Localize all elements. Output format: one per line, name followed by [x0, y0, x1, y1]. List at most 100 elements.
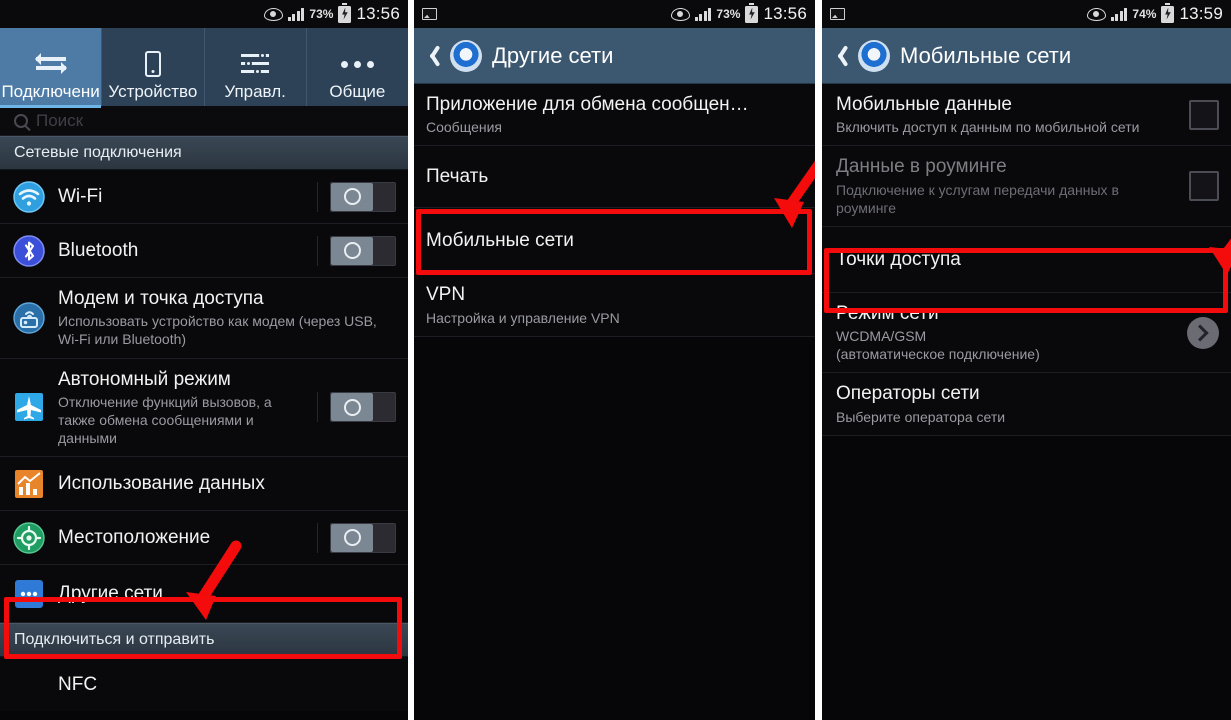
list-item-body: Режим сети WCDMA/GSM (автоматическое под…: [836, 302, 1165, 364]
list-item-subtitle: Использовать устройство как модем (через…: [58, 313, 377, 348]
list-item-data-roaming[interactable]: Данные в роуминге Подключение к услугам …: [822, 146, 1231, 227]
list-item-subtitle: Отключение функций вызовов, а также обме…: [58, 393, 272, 447]
list-item-title: Другие сети: [58, 583, 163, 605]
tab-controls[interactable]: Управл.: [205, 28, 307, 106]
list-item-subtitle: WCDMA/GSM (автоматическое подключение): [836, 328, 1040, 363]
bluetooth-icon: [12, 234, 46, 268]
clock-label: 13:56: [356, 4, 400, 23]
status-bar: 73% 13:56: [0, 0, 408, 28]
battery-percent-label: 74%: [1132, 7, 1157, 21]
list-item-mobile-data[interactable]: Мобильные данные Включить доступ к данны…: [822, 84, 1231, 147]
list-item-printing[interactable]: Печать: [414, 146, 815, 209]
tab-device[interactable]: Устройство: [102, 28, 205, 106]
list-item-vpn[interactable]: VPN Настройка и управление VPN: [414, 274, 815, 337]
list-item-body: Bluetooth: [58, 239, 295, 262]
image-icon: [422, 8, 437, 20]
eye-icon: [1086, 7, 1106, 21]
search-icon: [14, 113, 28, 128]
status-bar-left: [830, 8, 1087, 20]
list-item-body: Использование данных: [58, 472, 396, 495]
page-title: Мобильные сети: [900, 42, 1072, 68]
divider: [317, 522, 318, 553]
list-item-title: Мобильные сети: [426, 230, 574, 252]
list-item-control: [307, 181, 396, 212]
status-bar-left: [422, 8, 671, 20]
battery-percent-label: 73%: [716, 7, 741, 21]
phone-icon: [144, 48, 161, 80]
status-bar: 74% 13:59: [822, 0, 1231, 28]
status-bar-right: 74% 13:59: [1086, 2, 1223, 24]
list-item-mobile-networks[interactable]: Мобильные сети: [414, 208, 815, 275]
list-item-data-usage[interactable]: Использование данных: [0, 457, 408, 512]
mobile-data-checkbox[interactable]: [1189, 99, 1219, 130]
panel-other-networks: 73% 13:56 Другие сети Приложение для обм…: [414, 0, 815, 720]
section-header-network-connections: Сетевые подключения: [0, 136, 408, 170]
clock-label: 13:56: [763, 4, 807, 23]
list-item-subtitle: Настройка и управление VPN: [426, 309, 620, 326]
list-item-body: Автономный режим Отключение функций вызо…: [58, 368, 295, 448]
settings-gear-icon: [855, 36, 893, 75]
list-item-subtitle: Включить доступ к данным по мобильной се…: [836, 119, 1140, 136]
list-item-title: Данные в роуминге: [836, 156, 1007, 178]
more-networks-icon: [12, 577, 46, 611]
airplane-icon: [12, 390, 46, 424]
tab-controls-label: Управл.: [224, 82, 286, 102]
divider: [317, 181, 318, 212]
chevron-right-icon[interactable]: [1187, 316, 1219, 349]
list-item-control: [1179, 171, 1219, 202]
list-item-nfc[interactable]: NFC: [0, 657, 408, 712]
back-arrow-icon[interactable]: [834, 44, 848, 68]
list-item-title: Режим сети: [836, 302, 939, 324]
tab-connections[interactable]: Подключени: [0, 28, 103, 108]
bluetooth-toggle[interactable]: [330, 235, 396, 266]
list-item-body: Приложение для обмена сообщен… Сообщения: [426, 93, 803, 136]
list-item-body: Местоположение: [58, 526, 295, 549]
list-item-body: Данные в роуминге Подключение к услугам …: [836, 155, 1167, 217]
list-item-subtitle: Подключение к услугам передачи данных в …: [836, 181, 1119, 216]
search-bar[interactable]: Поиск: [0, 106, 408, 136]
list-item-location[interactable]: Местоположение: [0, 511, 408, 566]
list-item-body: Модем и точка доступа Использовать устро…: [58, 287, 396, 349]
panel-settings-connections: 73% 13:56 Подключени Устройство Управл.: [0, 0, 408, 720]
wifi-icon: [12, 180, 46, 214]
list-item-control: [307, 235, 396, 266]
list-item-control: [1177, 316, 1219, 349]
back-arrow-icon[interactable]: [426, 44, 440, 68]
list-item-network-operators[interactable]: Операторы сети Выберите оператора сети: [822, 373, 1231, 436]
image-icon: [830, 8, 845, 20]
settings-gear-icon: [447, 36, 485, 75]
tab-general[interactable]: Общие: [307, 28, 408, 106]
list-item-access-points[interactable]: Точки доступа: [822, 226, 1231, 293]
list-item-messaging-app[interactable]: Приложение для обмена сообщен… Сообщения: [414, 84, 815, 147]
list-item-bluetooth[interactable]: Bluetooth: [0, 224, 408, 278]
clock-label: 13:59: [1179, 4, 1223, 23]
search-placeholder: Поиск: [36, 110, 84, 130]
data-roaming-checkbox[interactable]: [1189, 171, 1219, 202]
panel-mobile-networks: 74% 13:59 Мобильные сети Мобильные данны…: [822, 0, 1231, 720]
tab-connections-label: Подключени: [1, 82, 100, 102]
list-item-other-networks[interactable]: Другие сети: [0, 565, 408, 624]
location-toggle[interactable]: [330, 522, 396, 553]
tethering-hotspot-icon: [12, 301, 46, 335]
page-title: Другие сети: [492, 42, 614, 68]
list-item-subtitle: Выберите оператора сети: [836, 408, 1006, 425]
eye-icon: [670, 7, 690, 21]
list-item-title: Использование данных: [58, 473, 265, 495]
section-header-label: Сетевые подключения: [14, 144, 182, 161]
list-item-control: [1179, 99, 1219, 130]
panel-divider-2: [815, 0, 822, 720]
list-item-body: Wi-Fi: [58, 185, 295, 208]
tab-device-label: Устройство: [108, 82, 198, 102]
sliders-icon: [241, 48, 270, 80]
list-item-airplane-mode[interactable]: Автономный режим Отключение функций вызо…: [0, 358, 408, 458]
wifi-toggle[interactable]: [330, 181, 396, 212]
exchange-arrows-icon: [34, 48, 67, 80]
list-item-wifi[interactable]: Wi-Fi: [0, 170, 408, 224]
list-item-title: Модем и точка доступа: [58, 288, 264, 309]
airplane-mode-toggle[interactable]: [330, 392, 396, 423]
list-item-title: Мобильные данные: [836, 94, 1012, 115]
tab-general-label: Общие: [329, 82, 386, 102]
list-item-control: [307, 522, 396, 553]
list-item-network-mode[interactable]: Режим сети WCDMA/GSM (автоматическое под…: [822, 292, 1231, 374]
list-item-tethering[interactable]: Модем и точка доступа Использовать устро…: [0, 278, 408, 359]
